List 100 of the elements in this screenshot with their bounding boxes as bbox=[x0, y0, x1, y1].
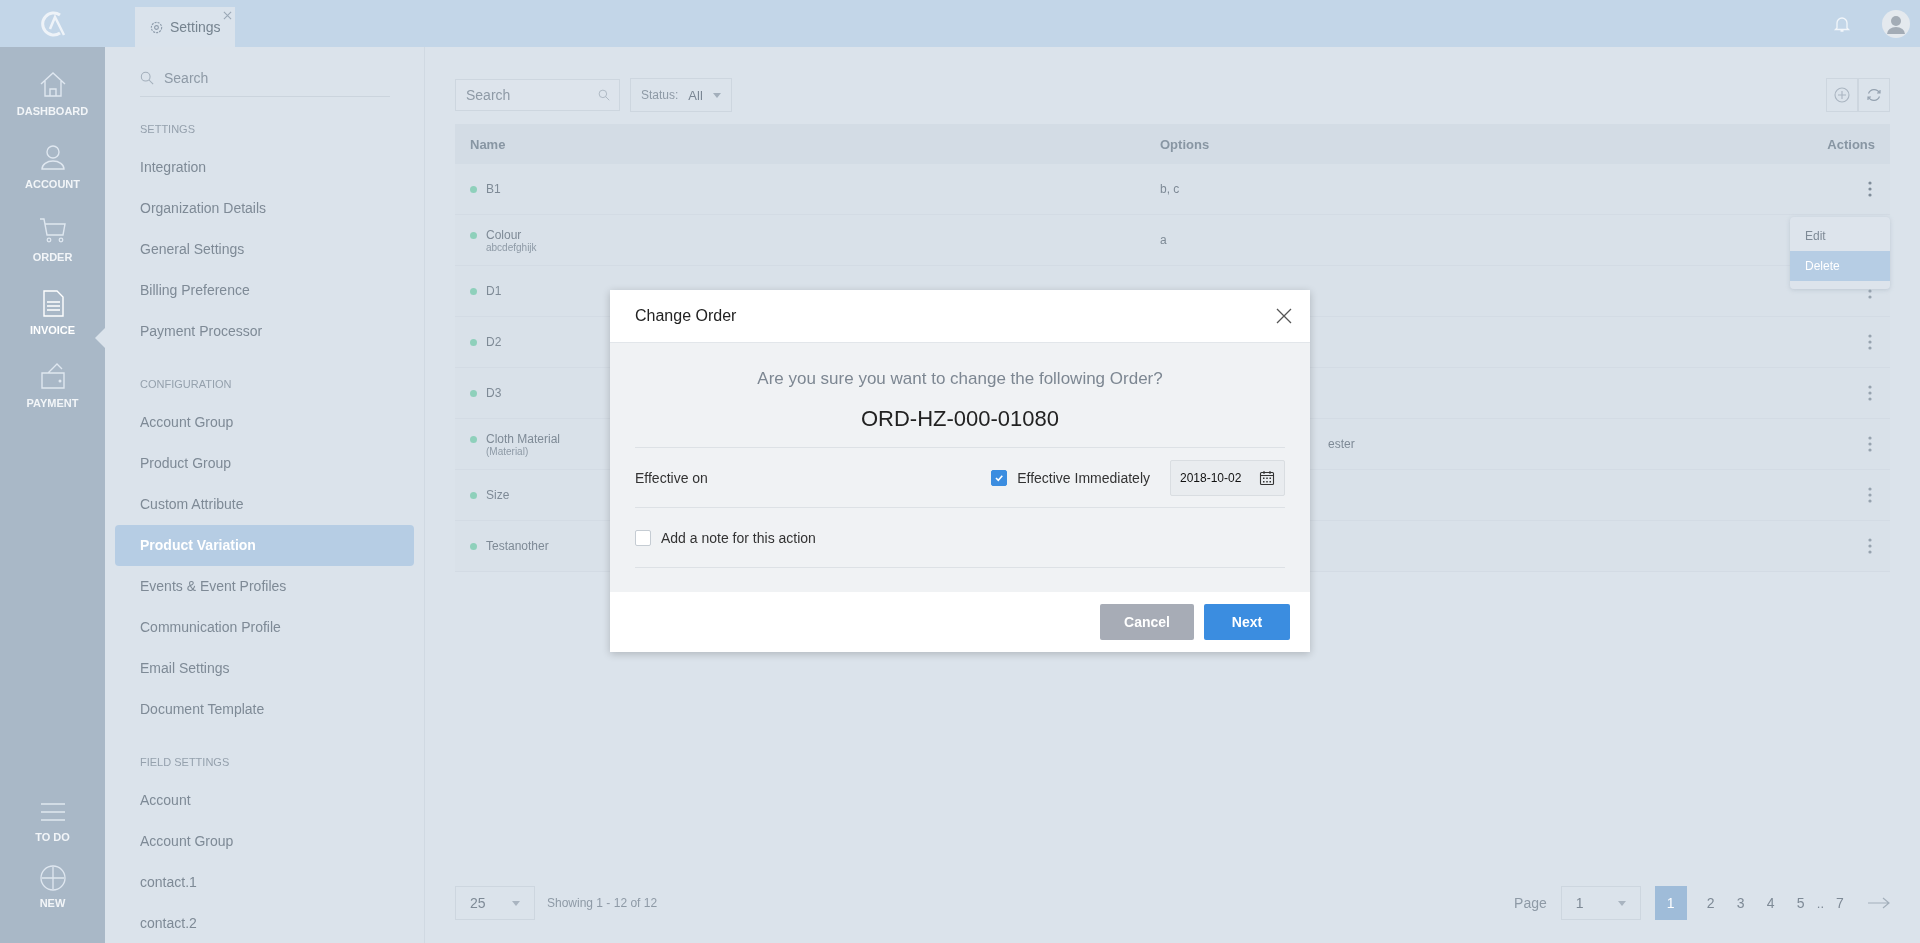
menu-item[interactable]: Edit bbox=[1790, 221, 1890, 251]
status-dot-icon bbox=[470, 231, 477, 239]
sidebar-item[interactable]: contact.2 bbox=[115, 903, 414, 943]
gear-icon bbox=[149, 19, 164, 35]
sidebar-item[interactable]: Billing Preference bbox=[115, 270, 414, 311]
checkbox-label: Add a note for this action bbox=[661, 529, 816, 546]
options-text: ester bbox=[1328, 437, 1355, 451]
sidebar-item[interactable]: Product Group bbox=[115, 443, 414, 484]
dialog-title: Change Order bbox=[635, 307, 737, 325]
variation-name: D3 bbox=[486, 386, 502, 400]
sidebar-item[interactable]: Account bbox=[115, 780, 414, 821]
add-button[interactable] bbox=[1826, 78, 1858, 112]
variation-name: Testanother bbox=[486, 539, 549, 553]
variation-name: Size bbox=[486, 488, 510, 502]
field-label: Effective on bbox=[635, 469, 708, 486]
checkbox[interactable] bbox=[635, 529, 651, 546]
page-ellipsis: .. bbox=[1816, 895, 1824, 911]
page-link[interactable]: 1 bbox=[1654, 886, 1687, 920]
calendar-icon bbox=[1259, 469, 1275, 486]
section-heading: CONFIGURATION bbox=[139, 378, 233, 390]
search-field[interactable]: Search bbox=[140, 59, 390, 97]
variation-name: B1 bbox=[486, 182, 501, 196]
search-field[interactable]: Search bbox=[455, 79, 620, 111]
page-link[interactable]: 5 bbox=[1786, 886, 1815, 920]
sidebar-item[interactable]: Account Group bbox=[115, 821, 414, 862]
sidebar-item[interactable]: Product Variation bbox=[115, 525, 414, 566]
search-icon bbox=[140, 71, 154, 85]
section-heading: FIELD SETTINGS bbox=[139, 756, 231, 768]
order-number: ORD-HZ-000-01080 bbox=[859, 406, 1061, 432]
column-header: Actions bbox=[1826, 136, 1876, 152]
variation-name: Colour bbox=[486, 227, 523, 242]
checkbox[interactable] bbox=[991, 469, 1008, 486]
arrow-right-icon[interactable] bbox=[1868, 897, 1890, 909]
results-summary: Showing 1 - 12 of 12 bbox=[547, 896, 658, 910]
status-dot-icon bbox=[470, 390, 477, 397]
status-dot-icon bbox=[470, 435, 477, 443]
nav-item[interactable]: DASHBOARD bbox=[0, 69, 105, 142]
sidebar-item[interactable]: Communication Profile bbox=[115, 607, 414, 648]
avatar-icon[interactable] bbox=[1882, 9, 1910, 38]
status-dot-icon bbox=[470, 492, 477, 499]
settings-tab[interactable]: Settings bbox=[135, 7, 235, 47]
page-dropdown[interactable]: 1 bbox=[1560, 886, 1641, 920]
cancel-button[interactable]: Cancel bbox=[1100, 604, 1194, 640]
options-text: a bbox=[1160, 233, 1167, 247]
section-heading: SETTINGS bbox=[139, 123, 196, 135]
status-dot-icon bbox=[470, 288, 477, 295]
checkbox-label: Effective Immediately bbox=[1017, 469, 1150, 486]
sidebar-item[interactable]: Payment Processor bbox=[115, 311, 414, 352]
page-size-dropdown[interactable]: 25 bbox=[455, 886, 535, 920]
sidebar-item[interactable]: Document Template bbox=[115, 689, 414, 730]
nav-item[interactable]: ACCOUNT bbox=[0, 142, 105, 215]
caret-icon bbox=[512, 900, 520, 906]
options-text: b, c bbox=[1160, 182, 1180, 196]
check-icon bbox=[994, 472, 1005, 483]
close-icon[interactable] bbox=[1276, 308, 1292, 324]
sidebar-item[interactable]: Email Settings bbox=[115, 648, 414, 689]
sidebar-item[interactable]: contact.1 bbox=[115, 862, 414, 903]
date-field[interactable]: 2018-10-02 bbox=[1170, 459, 1285, 496]
nav-item[interactable]: INVOICE bbox=[0, 288, 105, 361]
nav-item[interactable]: TO DO bbox=[0, 799, 105, 865]
more-icon[interactable] bbox=[1868, 385, 1872, 401]
variation-name: D1 bbox=[486, 284, 502, 298]
variation-subtitle: (Material) bbox=[486, 445, 530, 457]
page-link[interactable]: 7 bbox=[1826, 886, 1854, 920]
column-header: Options bbox=[1159, 136, 1211, 152]
sidebar-item[interactable]: Integration bbox=[115, 147, 414, 188]
more-icon[interactable] bbox=[1868, 181, 1872, 197]
menu-item[interactable]: Delete bbox=[1790, 251, 1890, 281]
nav-item[interactable]: PAYMENT bbox=[0, 361, 105, 434]
more-icon[interactable] bbox=[1868, 436, 1872, 452]
search-icon bbox=[598, 89, 610, 101]
page-label: Page bbox=[1514, 895, 1547, 911]
nav-item[interactable]: ORDER bbox=[0, 215, 105, 288]
status-dot-icon bbox=[470, 339, 477, 346]
sidebar-item[interactable]: Custom Attribute bbox=[115, 484, 414, 525]
sidebar-item[interactable]: Organization Details bbox=[115, 188, 414, 229]
nav-item[interactable]: NEW bbox=[0, 865, 105, 931]
page-link[interactable]: 2 bbox=[1696, 886, 1725, 920]
more-icon[interactable] bbox=[1868, 487, 1872, 503]
status-dropdown[interactable]: Status: All bbox=[630, 78, 732, 112]
sidebar-item[interactable]: Account Group bbox=[115, 402, 414, 443]
variation-name: D2 bbox=[486, 335, 502, 349]
more-icon[interactable] bbox=[1868, 538, 1872, 554]
sidebar-item[interactable]: General Settings bbox=[115, 229, 414, 270]
page-link[interactable]: 3 bbox=[1726, 886, 1755, 920]
caret-icon bbox=[712, 92, 721, 98]
more-icon[interactable] bbox=[1868, 334, 1872, 350]
refresh-button[interactable] bbox=[1858, 78, 1890, 112]
next-button[interactable]: Next bbox=[1204, 604, 1290, 640]
page-link[interactable]: 4 bbox=[1756, 886, 1785, 920]
status-dot-icon bbox=[470, 543, 477, 550]
caret-icon bbox=[1617, 900, 1626, 906]
refresh-icon bbox=[1866, 87, 1882, 103]
variation-subtitle: abcdefghijk bbox=[486, 241, 537, 253]
plus-icon bbox=[39, 865, 66, 891]
variation-name: Cloth Material bbox=[486, 431, 561, 446]
confirmation-question: Are you sure you want to change the following Order? bbox=[756, 369, 1164, 389]
plus-icon bbox=[1834, 87, 1850, 103]
column-header: Name bbox=[469, 136, 507, 152]
sidebar-item[interactable]: Events & Event Profiles bbox=[115, 566, 414, 607]
